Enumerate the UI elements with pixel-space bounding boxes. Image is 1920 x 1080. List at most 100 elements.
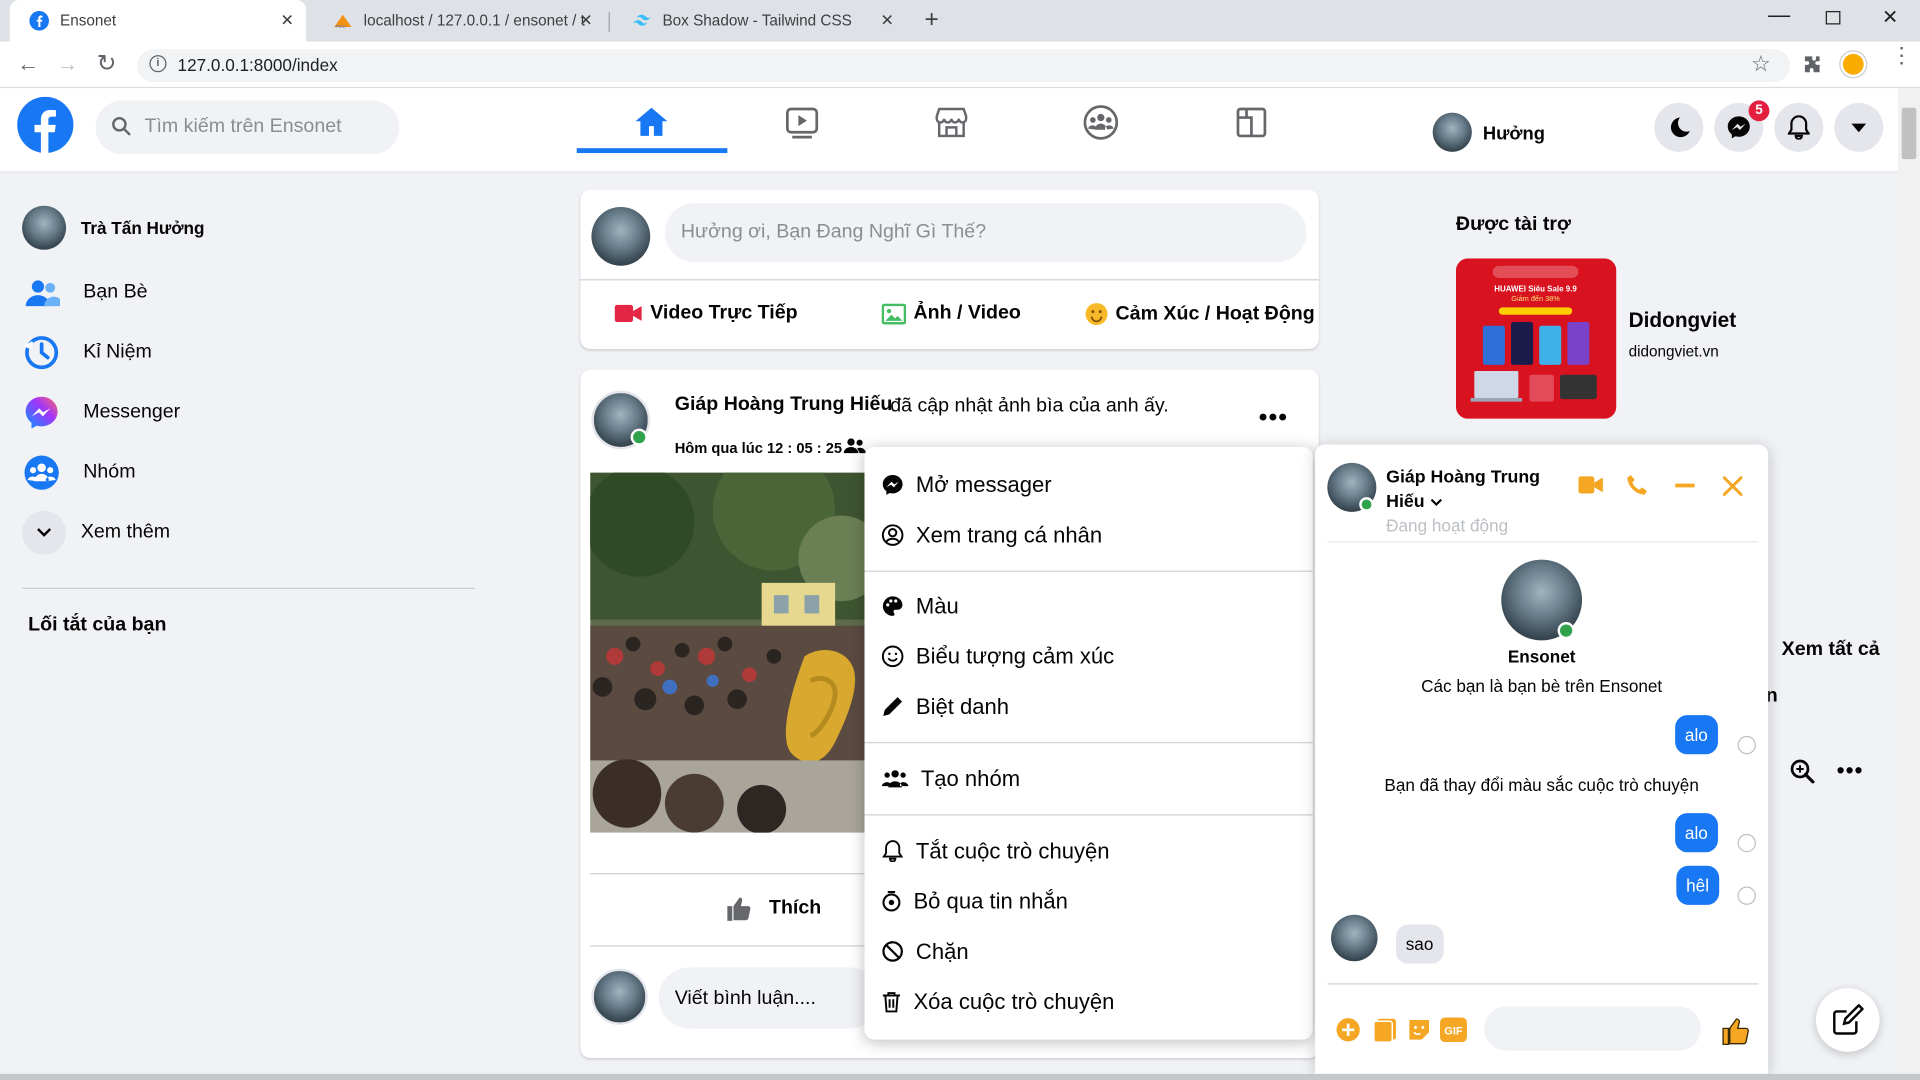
sidebar-item-groups[interactable]: Nhóm — [22, 448, 136, 497]
chat-message-input[interactable] — [1484, 1006, 1701, 1051]
new-tab-icon[interactable]: + — [924, 6, 938, 34]
page-scrollbar-thumb[interactable] — [1901, 107, 1917, 160]
moon-icon — [1670, 117, 1690, 138]
browser-tab-ensonet[interactable]: Ensonet ✕ — [9, 0, 307, 42]
header-user-avatar[interactable] — [1432, 112, 1472, 152]
menu-item-delete[interactable]: Xóa cuộc trò chuyện — [882, 981, 1114, 1023]
post-more-options-icon[interactable]: ••• — [1259, 404, 1288, 432]
add-attachment-icon[interactable] — [1336, 1018, 1360, 1042]
close-window-icon[interactable]: ✕ — [1882, 5, 1898, 29]
post-timestamp[interactable]: Hôm qua lúc 12 : 05 : 25 — [675, 440, 842, 457]
sticker-icon[interactable] — [1407, 1018, 1431, 1042]
sidebar-profile[interactable]: Trà Tấn Hưởng — [22, 203, 204, 252]
sponsored-ad-image[interactable]: HUAWEI Siêu Sale 9.9 Giảm đến 38% — [1455, 258, 1617, 419]
tab-title: Box Shadow - Tailwind CSS — [662, 12, 852, 30]
sidebar-item-see-more[interactable]: Xem thêm — [22, 508, 170, 557]
menu-item-nickname[interactable]: Biệt danh — [882, 686, 1009, 728]
video-call-icon[interactable] — [1578, 475, 1604, 495]
dark-mode-button[interactable] — [1654, 102, 1704, 152]
close-tab-icon[interactable]: ✕ — [579, 11, 592, 31]
contacts-see-all[interactable]: Xem tất cả — [1782, 639, 1880, 661]
menu-item-create-group[interactable]: Tạo nhóm — [881, 758, 1020, 800]
url-text[interactable]: 127.0.0.1:8000/index — [178, 55, 338, 75]
send-like-icon[interactable] — [1720, 1016, 1749, 1046]
browser-tab-tailwind[interactable]: Box Shadow - Tailwind CSS ✕ — [612, 0, 906, 42]
menu-item-ignore[interactable]: Bỏ qua tin nhắn — [882, 880, 1068, 922]
live-video-button[interactable]: Video Trực Tiếp — [614, 302, 798, 324]
marketplace-icon[interactable] — [932, 103, 971, 142]
sidebar-item-label: Nhóm — [83, 461, 136, 483]
block-icon — [882, 941, 903, 962]
menu-item-open-messenger[interactable]: Mở messager — [882, 464, 1052, 506]
address-bar[interactable] — [137, 48, 1791, 83]
contacts-more-options-icon[interactable]: ••• — [1837, 758, 1864, 784]
users-group-icon — [881, 770, 909, 788]
post-actions-divider-bottom — [590, 945, 865, 947]
browser-tab-phpmyadmin[interactable]: PMA localhost / 127.0.0.1 / ensonet / t … — [313, 0, 604, 42]
header-user-name[interactable]: Hưởng — [1483, 124, 1545, 145]
gaming-board-icon[interactable] — [1232, 103, 1271, 142]
post-cover-photo[interactable] — [590, 472, 867, 833]
user-circle-icon — [881, 524, 904, 546]
phpmyadmin-favicon-icon: PMA — [334, 14, 352, 30]
sponsored-domain[interactable]: didongviet.vn — [1629, 343, 1719, 360]
minimize-chat-icon[interactable] — [1675, 483, 1695, 487]
comment-avatar[interactable] — [591, 968, 648, 1025]
facebook-logo-icon[interactable] — [17, 96, 74, 154]
menu-item-view-profile[interactable]: Xem trang cá nhân — [881, 514, 1102, 556]
chat-message-sent[interactable]: alo — [1675, 715, 1718, 755]
profile-avatar-icon[interactable] — [1840, 51, 1867, 78]
composer-avatar[interactable] — [591, 206, 651, 266]
close-tab-icon[interactable]: ✕ — [281, 11, 294, 31]
photo-video-button[interactable]: Ảnh / Video — [881, 302, 1021, 324]
window-bottom-edge — [0, 1073, 1920, 1080]
restore-window-icon[interactable] — [1825, 11, 1841, 25]
menu-item-mute[interactable]: Tắt cuộc trò chuyện — [882, 830, 1110, 872]
chat-name-line1: Giáp Hoàng Trung — [1386, 467, 1541, 488]
messenger-icon — [882, 474, 903, 495]
watch-video-icon[interactable] — [782, 103, 821, 142]
close-chat-icon[interactable] — [1722, 476, 1743, 496]
sponsored-title: Được tài trợ — [1455, 214, 1571, 236]
browser-menu-icon[interactable]: ⋮ — [1891, 44, 1913, 66]
close-tab-icon[interactable]: ✕ — [881, 11, 894, 31]
menu-item-label: Chặn — [915, 938, 969, 964]
sponsored-name[interactable]: Didongviet — [1629, 309, 1737, 333]
reload-icon[interactable]: ↻ — [97, 50, 116, 78]
gif-icon[interactable]: GIF — [1440, 1017, 1467, 1043]
page-scrollbar-track[interactable] — [1897, 88, 1920, 1080]
chat-intro-online — [1557, 622, 1575, 640]
photo-gallery-icon[interactable] — [1373, 1018, 1397, 1043]
chat-message-sent[interactable]: hêl — [1676, 865, 1719, 905]
chat-message-sent[interactable]: alo — [1675, 813, 1718, 853]
account-menu-button[interactable] — [1834, 102, 1884, 152]
chat-message-received[interactable]: sao — [1395, 924, 1444, 964]
site-info-icon[interactable]: i — [149, 55, 167, 73]
menu-item-emoji[interactable]: Biểu tượng cảm xúc — [881, 636, 1114, 678]
post-author-name[interactable]: Giáp Hoàng Trung Hiếu — [675, 394, 893, 416]
groups-icon[interactable] — [1081, 103, 1120, 142]
sidebar-item-memories[interactable]: Kỉ Niệm — [22, 328, 152, 377]
smiley-outline-icon — [881, 645, 904, 668]
notifications-button[interactable] — [1774, 102, 1824, 152]
friends-privacy-icon[interactable] — [843, 437, 866, 454]
chat-contact-name[interactable]: Giáp Hoàng Trung Hiếu — [1386, 465, 1540, 514]
home-icon[interactable] — [632, 103, 671, 142]
tab-title: localhost / 127.0.0.1 / ensonet / t — [363, 12, 585, 30]
bookmark-star-icon[interactable]: ☆ — [1751, 51, 1771, 77]
search-placeholder[interactable]: Tìm kiếm trên Ensonet — [144, 116, 341, 138]
new-message-button[interactable] — [1815, 988, 1880, 1052]
phone-call-icon[interactable] — [1626, 474, 1648, 496]
menu-item-color[interactable]: Màu — [882, 585, 959, 627]
minimize-window-icon[interactable]: — — [1768, 2, 1790, 28]
feeling-activity-button[interactable]: Cảm Xúc / Hoạt Động — [1085, 302, 1315, 326]
extensions-puzzle-icon[interactable] — [1801, 54, 1823, 76]
like-button[interactable]: Thích — [725, 895, 821, 922]
sidebar-item-friends[interactable]: Bạn Bè — [22, 268, 148, 317]
menu-item-block[interactable]: Chặn — [882, 931, 969, 973]
forward-arrow-icon[interactable]: → — [56, 51, 78, 77]
menu-item-label: Biệt danh — [915, 693, 1010, 719]
back-arrow-icon[interactable]: ← — [17, 51, 39, 77]
sidebar-item-messenger[interactable]: Messenger — [22, 388, 180, 437]
contacts-search-icon[interactable] — [1789, 758, 1816, 785]
